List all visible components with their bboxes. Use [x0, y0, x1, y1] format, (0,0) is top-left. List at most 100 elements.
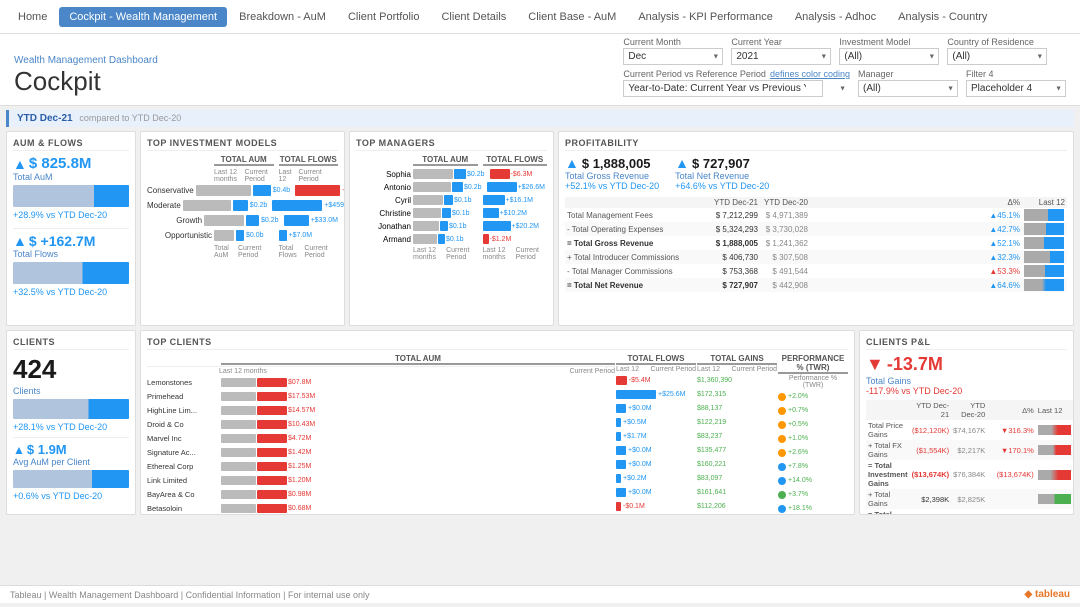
inv-row-moderate: Moderate $0.2b +$459.8M	[147, 200, 338, 211]
client-aum-row: Marvel Inc $4.72M	[147, 432, 615, 445]
investment-model-select[interactable]: (All)	[839, 48, 939, 65]
client-gains-row: $88,137	[697, 402, 777, 415]
mgr-row-armand: Armand $0.1b -$1.2M	[356, 234, 547, 244]
client-gains-row: $160,221	[697, 458, 777, 471]
aum-flows-divider	[13, 228, 129, 229]
client-flows-row: -$5.4M	[616, 374, 696, 387]
page-title: Cockpit	[14, 66, 158, 97]
avg-aum-label: Avg AuM per Client	[13, 457, 129, 467]
investment-model-control: Investment Model (All)	[839, 37, 939, 65]
filter4-control: Filter 4 Placeholder 4	[966, 69, 1066, 97]
net-revenue-block: ▲ $ 727,907 Total Net Revenue +64.6% vs …	[675, 155, 769, 191]
top-managers-panel: TOP MANAGERS TOTAL AUM TOTAL FLOWS Sophi…	[349, 131, 554, 326]
clients-aum-subheader: Last 12 monthsCurrent Period	[147, 368, 615, 375]
aum-arrow: ▲	[13, 156, 27, 172]
client-flows-row: +$0.2M	[616, 472, 696, 485]
client-gains-row: $135,477	[697, 444, 777, 457]
nav-analysis-kpi[interactable]: Analysis - KPI Performance	[628, 7, 783, 27]
mgr-col-headers: TOTAL AUM TOTAL FLOWS	[356, 155, 547, 166]
profitability-title: PROFITABILITY	[565, 138, 1067, 151]
net-change: +64.6% vs YTD Dec-20	[675, 181, 769, 191]
client-aum-row: Ethereal Corp $1.25M	[147, 460, 615, 473]
clients-perf-section: PERFORMANCE % (TWR) Performance % (TWR) …	[778, 354, 848, 515]
nav-breakdown[interactable]: Breakdown - AuM	[229, 7, 336, 27]
current-year-wrapper: 2021	[731, 48, 831, 65]
period-select[interactable]: Year-to-Date: Current Year vs Previous Y…	[623, 80, 823, 97]
current-month-wrapper: Dec	[623, 48, 723, 65]
client-aum-row: Lemonstones $07.8M	[147, 376, 615, 389]
nav-home[interactable]: Home	[8, 7, 57, 27]
pnl-price-gains: Total Price Gains ($12,120K) $74,167K ▼3…	[866, 420, 1073, 440]
avg-aum-block: ▲ $ 1.9M	[13, 442, 129, 457]
avg-sparkline	[13, 470, 129, 488]
client-rows-aum: Lemonstones $07.8M Primehead $17.53M Hig…	[147, 376, 615, 515]
client-flows-row: +$0.0M	[616, 444, 696, 457]
client-gains-row: $1,360,390	[697, 374, 777, 387]
pnl-total-gains: = Total Gains ($16,073K) $73,559K ▼($89,…	[866, 509, 1073, 515]
nav-analysis-country[interactable]: Analysis - Country	[888, 7, 997, 27]
pnl-other-gains: + Total Gains $2,398K $2,825K	[866, 489, 1073, 509]
flows-arrow: ▲	[13, 233, 27, 249]
client-aum-row: BayArea & Co $0.98M	[147, 488, 615, 501]
current-month-select[interactable]: Dec	[623, 48, 723, 65]
nav-client-base[interactable]: Client Base - AuM	[518, 7, 626, 27]
inv-row-opportunistic: Opportunistic $0.0b +$7.0M	[147, 230, 338, 241]
pnl-gains-change: -117.9% vs YTD Dec-20	[866, 386, 1067, 396]
manager-select[interactable]: (All)	[858, 80, 958, 97]
client-aum-row: Signature Ac... $1.42M	[147, 446, 615, 459]
avg-aum-value: $ 1.9M	[27, 442, 67, 457]
flows-value: $ +162.7M	[29, 233, 96, 249]
client-gains-row: $112,206	[697, 500, 777, 513]
header: Wealth Management Dashboard Cockpit Curr…	[0, 34, 1080, 106]
client-gains-row: $83,097	[697, 472, 777, 485]
mgr-row-cyril: Cyril $0.1b +$16.1M	[356, 195, 547, 205]
clients-pnl-title: CLIENTS P&L	[866, 337, 1067, 350]
nav-client-details[interactable]: Client Details	[431, 7, 516, 27]
client-aum-row: Primehead $17.53M	[147, 390, 615, 403]
clients-sparkline	[13, 399, 129, 419]
manager-wrapper: (All)	[858, 80, 958, 97]
pnl-gains-label: Total Gains	[866, 376, 1067, 386]
nav-analysis-adhoc[interactable]: Analysis - Adhoc	[785, 7, 886, 27]
gross-revenue-block: ▲ $ 1,888,005 Total Gross Revenue +52.1%…	[565, 155, 659, 191]
ytd-banner: YTD Dec-21 compared to YTD Dec-20	[6, 110, 1074, 127]
client-rows-flows: -$5.4M +$25.6M +$0.0M +$0.5M +$1.7M +$0.…	[616, 374, 696, 513]
profit-row-intro-comm: + Total Introducer Commissions $ 406,730…	[565, 250, 1067, 264]
filter4-select[interactable]: Placeholder 4	[966, 80, 1066, 97]
net-value: $ 727,907	[692, 156, 750, 171]
current-year-control: Current Year 2021	[731, 37, 831, 65]
pnl-inv-gains: = Total Investment Gains ($13,674K) $76,…	[866, 460, 1073, 489]
gross-arrow: ▲	[565, 155, 579, 171]
clients-change: +28.1% vs YTD Dec-20	[13, 422, 129, 432]
period-control: Current Period vs Reference Period defin…	[623, 69, 850, 97]
color-coding-link[interactable]: defines color coding	[770, 69, 850, 79]
nav-cockpit[interactable]: Cockpit - Wealth Management	[59, 7, 227, 27]
profitability-panel: PROFITABILITY ▲ $ 1,888,005 Total Gross …	[558, 131, 1074, 326]
pnl-table: YTD Dec-21 YTD Dec-20 Δ% Last 12 Total P…	[866, 400, 1073, 515]
client-gains-row: $122,219	[697, 416, 777, 429]
controls-row-1: Current Month Dec Current Year 2021 Inve…	[623, 37, 1066, 65]
mgr-row-sophia: Sophia $0.2b -$6.3M	[356, 169, 547, 179]
clients-gains-section: TOTAL GAINS Last 12Current Period $1,360…	[697, 354, 777, 515]
avg-change: +0.6% vs YTD Dec-20	[13, 491, 129, 501]
gross-value: $ 1,888,005	[582, 156, 651, 171]
investment-model-wrapper: (All)	[839, 48, 939, 65]
mgr-footer-labels: Last 12 monthsCurrent Period Last 12 mon…	[356, 247, 547, 261]
aum-flows-panel: AuM & FLOWS ▲ $ 825.8M Total AuM +28.9% …	[6, 131, 136, 326]
client-aum-row: Droid & Co $10.43M	[147, 418, 615, 431]
client-flows-row: +$0.0M	[616, 458, 696, 471]
filter4-wrapper: Placeholder 4	[966, 80, 1066, 97]
clients-aum-section: TOTAL AUM Last 12 monthsCurrent Period L…	[147, 354, 615, 515]
client-flows-row: +$0.0M	[616, 402, 696, 415]
clients-title: CLIENTS	[13, 337, 129, 350]
client-rows-perf: +2.0% +0.7% +0.5% +1.0% +2.6% +7.8% +14.…	[778, 390, 848, 515]
nav-client-portfolio[interactable]: Client Portfolio	[338, 7, 430, 27]
client-gains-row: $161,641	[697, 486, 777, 499]
clients-pnl-panel: CLIENTS P&L ▼ -13.7M Total Gains -117.9%…	[859, 330, 1074, 515]
footer-text: Tableau | Wealth Management Dashboard | …	[10, 590, 370, 600]
current-year-select[interactable]: 2021	[731, 48, 831, 65]
country-select[interactable]: (All)	[947, 48, 1047, 65]
aum-label: Total AuM	[13, 172, 129, 182]
client-perf-row: +7.8%	[778, 460, 848, 473]
net-arrow: ▲	[675, 155, 689, 171]
